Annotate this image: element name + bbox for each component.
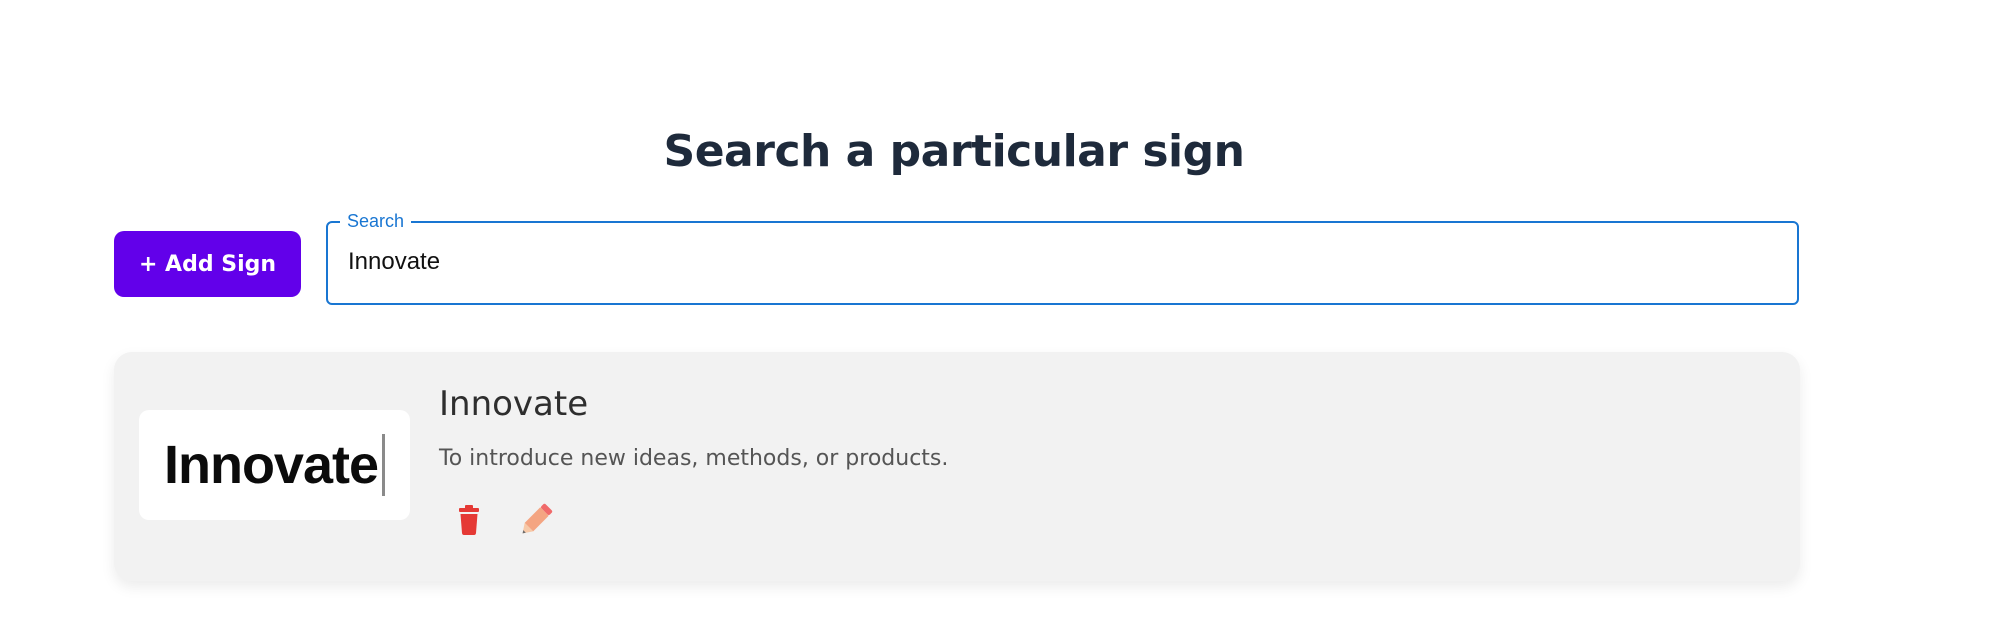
sign-card: Innovate Innovate To introduce new ideas… (114, 352, 1800, 581)
add-sign-button[interactable]: + Add Sign (114, 231, 301, 297)
search-input[interactable] (348, 241, 1748, 283)
page-title: Search a particular sign (663, 126, 1245, 177)
page: Search a particular sign + Add Sign Sear… (0, 0, 2010, 629)
search-label: Search (340, 211, 412, 231)
text-cursor (382, 434, 386, 496)
delete-button[interactable] (447, 498, 491, 542)
sign-image: Innovate (139, 410, 410, 520)
sign-image-text: Innovate (163, 435, 379, 495)
search-field[interactable]: Search (326, 211, 1799, 305)
pencil-icon (522, 503, 553, 534)
sign-title: Innovate (439, 384, 589, 424)
edit-button[interactable] (514, 498, 558, 542)
sign-description: To introduce new ideas, methods, or prod… (439, 446, 949, 471)
trash-icon (459, 505, 479, 535)
